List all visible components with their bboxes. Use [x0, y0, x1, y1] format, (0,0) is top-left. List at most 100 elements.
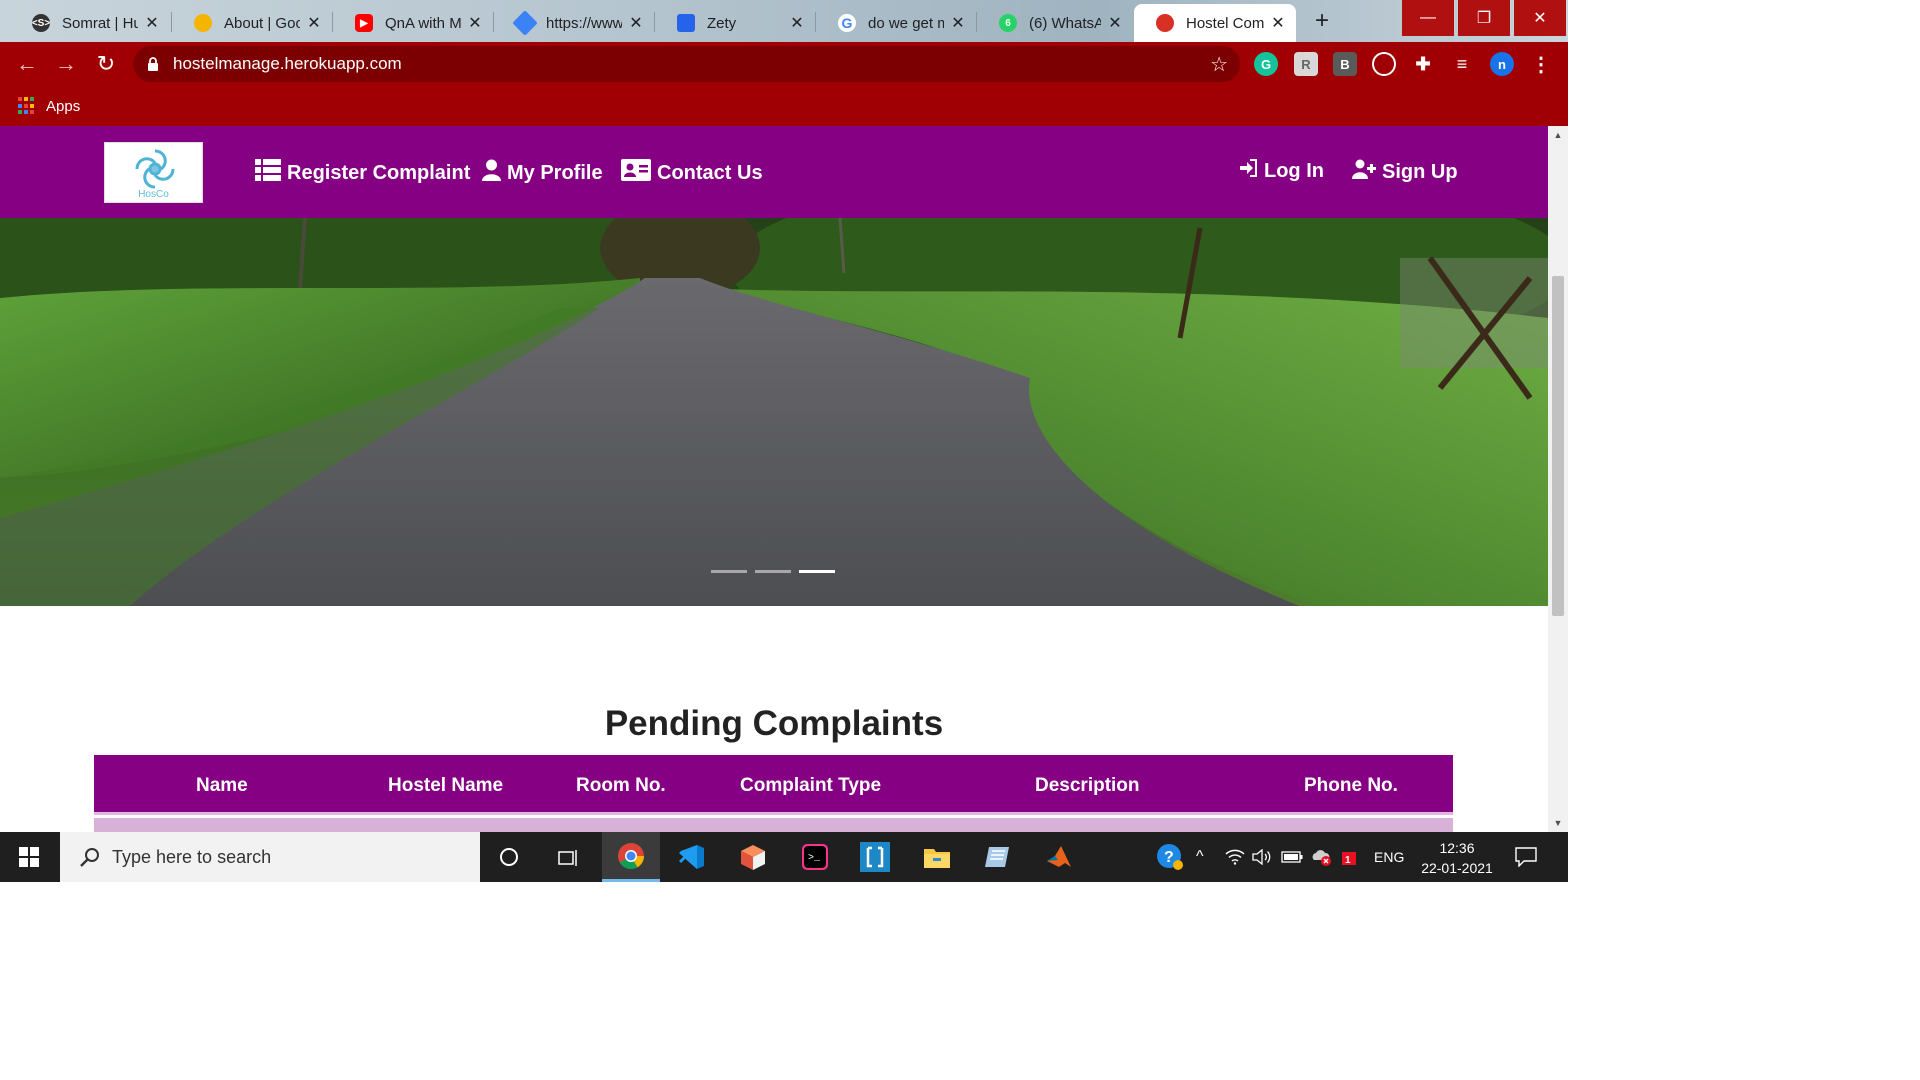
- swirl-logo-icon: [135, 149, 175, 189]
- extension-icon[interactable]: R: [1294, 52, 1318, 76]
- browser-tab-strip: <S> Somrat | Hu ✕ About | Goo ✕ ▶ QnA wi…: [0, 0, 1568, 42]
- notes-app-icon[interactable]: [968, 832, 1026, 882]
- road-landscape-image: [0, 218, 1548, 606]
- terminal-taskbar-icon[interactable]: >_: [786, 832, 844, 882]
- nav-label: Contact Us: [657, 161, 763, 184]
- grammarly-icon[interactable]: G: [1254, 52, 1278, 76]
- section-title: Pending Complaints: [604, 704, 944, 743]
- media-queue-icon[interactable]: ≡: [1450, 52, 1474, 76]
- tab-google-search[interactable]: G do we get m ✕: [816, 4, 976, 42]
- tab-title: About | Goo: [224, 14, 300, 32]
- extension-b-icon[interactable]: B: [1333, 52, 1357, 76]
- windows-start-icon[interactable]: [0, 832, 58, 882]
- action-center-icon[interactable]: [1515, 832, 1537, 882]
- search-icon: [80, 848, 99, 867]
- diamond-icon: [512, 10, 538, 36]
- clock-date: 22-01-2021: [1421, 860, 1493, 876]
- target-extension-icon[interactable]: [1372, 52, 1396, 76]
- complaints-table-header: Name Hostel Name Room No. Complaint Type…: [94, 755, 1453, 815]
- onedrive-error-icon[interactable]: [1310, 832, 1334, 882]
- reload-icon[interactable]: ↻: [93, 51, 119, 77]
- site-logo[interactable]: HosCo: [104, 142, 203, 203]
- bracket-app-taskbar-icon[interactable]: [846, 832, 904, 882]
- close-tab-icon[interactable]: ✕: [144, 13, 160, 33]
- scroll-up-arrow-icon[interactable]: ▲: [1548, 130, 1568, 140]
- tab-somrat[interactable]: <S> Somrat | Hu ✕: [10, 4, 170, 42]
- forward-arrow-icon[interactable]: →: [53, 51, 79, 77]
- page-scrollbar[interactable]: ▲ ▼: [1548, 126, 1568, 832]
- column-header-room-no: Room No.: [576, 775, 666, 796]
- new-tab-button[interactable]: +: [1309, 8, 1335, 34]
- nav-label: Log In: [1264, 159, 1324, 182]
- task-view-icon[interactable]: [540, 832, 598, 882]
- package-app-icon[interactable]: [724, 832, 782, 882]
- profile-avatar[interactable]: n: [1490, 52, 1514, 76]
- carousel-indicators: [711, 570, 835, 573]
- back-arrow-icon[interactable]: ←: [14, 51, 40, 77]
- close-tab-icon[interactable]: ✕: [628, 13, 644, 33]
- vscode-taskbar-icon[interactable]: [662, 832, 720, 882]
- restore-window-icon[interactable]: ❐: [1458, 0, 1510, 36]
- youtube-icon: ▶: [355, 14, 373, 32]
- taskbar-search-box[interactable]: Type here to search: [60, 832, 480, 882]
- tab-title: Zety: [707, 14, 737, 32]
- close-tab-icon[interactable]: ✕: [1107, 13, 1123, 33]
- show-hidden-icons-chevron-icon[interactable]: ^: [1196, 832, 1204, 882]
- tab-youtube[interactable]: ▶ QnA with Ml ✕: [333, 4, 493, 42]
- sign-in-icon: [1240, 159, 1258, 183]
- puzzle-extensions-icon[interactable]: ✚: [1411, 52, 1435, 76]
- scrollbar-thumb[interactable]: [1552, 276, 1564, 616]
- carousel-indicator-2[interactable]: [755, 570, 791, 573]
- volume-icon[interactable]: [1252, 832, 1272, 882]
- tab-whatsapp[interactable]: 6 (6) WhatsAp ✕: [977, 4, 1133, 42]
- close-tab-icon[interactable]: ✕: [950, 13, 966, 33]
- close-tab-icon[interactable]: ✕: [789, 13, 805, 33]
- nav-register-complaint[interactable]: Register Complaint: [255, 159, 470, 187]
- nav-contact-us[interactable]: Contact Us: [621, 159, 763, 187]
- apps-grid-icon[interactable]: [18, 97, 36, 115]
- whatsapp-icon: 6: [999, 14, 1017, 32]
- column-header-hostel-name: Hostel Name: [388, 775, 504, 796]
- carousel-indicator-1[interactable]: [711, 570, 747, 573]
- close-tab-icon[interactable]: ✕: [1270, 13, 1286, 33]
- nav-sign-up[interactable]: Sign Up: [1352, 159, 1458, 185]
- tab-title: Hostel Comp: [1186, 14, 1264, 32]
- tab-title: Somrat | Hu: [62, 14, 138, 32]
- close-window-icon[interactable]: ✕: [1514, 0, 1566, 36]
- bookmark-star-icon[interactable]: ☆: [1210, 52, 1228, 77]
- wifi-icon[interactable]: [1225, 832, 1245, 882]
- tab-hostel-complaints[interactable]: Hostel Comp ✕: [1134, 4, 1296, 42]
- close-tab-icon[interactable]: ✕: [306, 13, 322, 33]
- battery-icon[interactable]: [1281, 832, 1303, 882]
- logo-text: HosCo: [138, 189, 169, 200]
- language-indicator[interactable]: ENG: [1374, 832, 1404, 882]
- globe-icon: [1156, 14, 1174, 32]
- menu-kebab-icon[interactable]: ⋮: [1529, 52, 1553, 76]
- browser-toolbar: ← → ↻ hostelmanage.herokuapp.com ☆ G R B…: [0, 42, 1568, 86]
- file-explorer-icon[interactable]: [908, 832, 966, 882]
- nav-label: Sign Up: [1382, 160, 1458, 183]
- svg-text:>_: >_: [808, 853, 821, 864]
- tab-about-google[interactable]: About | Goo ✕: [172, 4, 332, 42]
- minimize-window-icon[interactable]: —: [1402, 0, 1454, 36]
- notification-badge-icon[interactable]: 1: [1340, 832, 1360, 882]
- nav-log-in[interactable]: Log In: [1240, 159, 1324, 183]
- column-header-complaint-type: Complaint Type: [740, 775, 882, 796]
- close-tab-icon[interactable]: ✕: [467, 13, 483, 33]
- scroll-down-arrow-icon[interactable]: ▼: [1548, 818, 1568, 828]
- cortana-icon[interactable]: [480, 832, 538, 882]
- tab-zety[interactable]: Zety ✕: [655, 4, 815, 42]
- system-clock[interactable]: 12:36 22-01-2021: [1412, 838, 1502, 878]
- column-header-description: Description: [1035, 775, 1140, 796]
- nav-my-profile[interactable]: My Profile: [482, 159, 603, 187]
- tab-https[interactable]: https://www ✕: [494, 4, 654, 42]
- matlab-taskbar-icon[interactable]: [1030, 832, 1088, 882]
- apps-bookmark[interactable]: Apps: [46, 98, 80, 115]
- page-viewport: HosCo Register Complaint My Profile Cont…: [0, 126, 1548, 832]
- address-bar[interactable]: hostelmanage.herokuapp.com ☆: [133, 46, 1240, 82]
- carousel-indicator-3[interactable]: [799, 570, 835, 573]
- tab-title: (6) WhatsAp: [1029, 14, 1101, 32]
- help-icon[interactable]: ?: [1155, 832, 1185, 882]
- chrome-taskbar-icon[interactable]: [602, 832, 660, 882]
- column-header-name: Name: [196, 775, 248, 796]
